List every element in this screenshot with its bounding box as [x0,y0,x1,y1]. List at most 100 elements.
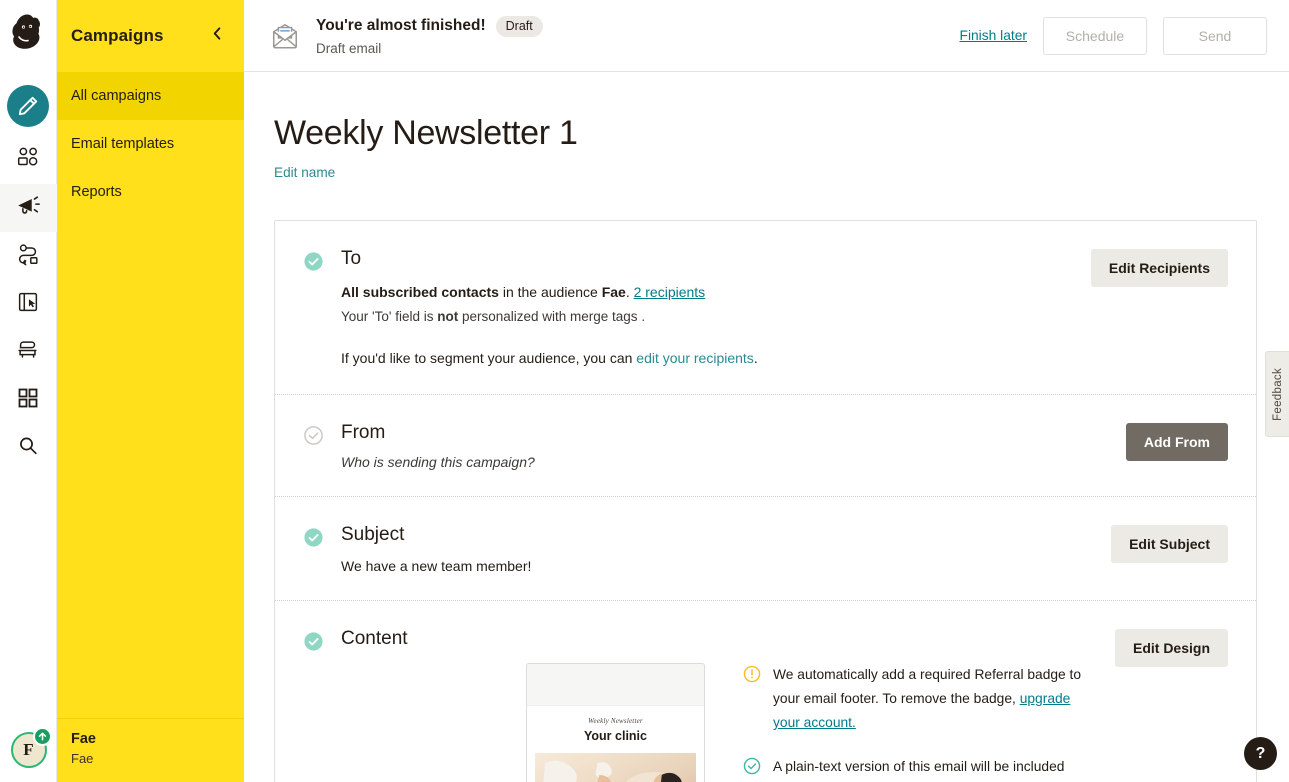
audience-name: Fae [601,284,626,300]
nav-item-email-templates[interactable]: Email templates [57,120,244,168]
status-badge: Draft [495,15,543,37]
account-avatar-button[interactable]: F [0,727,57,768]
rail-item-website[interactable] [0,280,57,328]
section-title: Content [341,628,408,649]
edit-design-button[interactable]: Edit Design [1114,629,1228,667]
rail-item-content[interactable] [0,328,57,376]
from-prompt: Who is sending this campaign? [341,454,535,470]
email-draft-icon [270,21,300,51]
recipients-mid: in the audience [498,284,602,300]
rail-item-audience[interactable] [0,136,57,184]
section-content-action: Edit Design [1114,627,1228,782]
section-content-body: Content Weekly Newsletter Your clinic We… [341,627,1095,782]
add-from-button[interactable]: Add From [1125,423,1228,461]
merge-note-bold: not [437,309,459,324]
notice-text-pre: A plain-text version of this email will … [773,759,1065,774]
recipients-period: . [625,284,634,300]
email-preview-thumbnail[interactable]: Weekly Newsletter Your clinic [526,663,705,782]
notice-text: We automatically add a required Referral… [773,663,1095,735]
nav-item-label: All campaigns [71,88,162,104]
content-scroll-area: Weekly Newsletter 1 Edit name To All sub… [244,72,1289,782]
nav-item-all-campaigns[interactable]: All campaigns [57,72,244,120]
automations-journey-icon [15,241,41,272]
section-subject: Subject We have a new team member! Edit … [275,496,1256,600]
nav-header: Campaigns [57,0,244,72]
app-root: F Campaigns All campaigns Email template… [0,0,1289,782]
search-icon [16,434,40,463]
avatar: F [10,727,52,768]
pencil-icon [7,85,49,127]
check-circle-outline-icon [303,425,325,470]
nav-account-footer[interactable]: Fae Fae [57,718,244,782]
section-from: From Who is sending this campaign? Add F… [275,394,1256,496]
feedback-tab[interactable]: Feedback [1265,351,1289,437]
recipients-scope: All subscribed contacts [341,284,499,300]
section-subject-action: Edit Subject [1111,523,1228,574]
merge-tag-note: Your 'To' field is not personalized with… [341,307,1071,326]
account-sub: Fae [71,751,94,766]
section-to-body: To All subscribed contacts in the audien… [341,247,1071,368]
nav-title: Campaigns [71,26,164,45]
check-circle-filled-icon [303,251,325,368]
page-title: Weekly Newsletter 1 [274,114,578,152]
feedback-label: Feedback [1271,367,1284,421]
nav-item-reports[interactable]: Reports [57,168,244,216]
nav-item-label: Email templates [71,136,175,152]
spa-massage-photo [535,753,696,782]
thumbnail-eyebrow: Weekly Newsletter [588,717,643,725]
upgrade-arrow-up-icon[interactable] [32,727,52,746]
top-bar-left: You're almost finished! Draft Draft emai… [270,15,960,56]
warning-circle-icon [743,665,761,735]
help-button[interactable]: ? [1244,737,1277,770]
send-button[interactable]: Send [1163,16,1267,55]
campaign-checklist-card: To All subscribed contacts in the audien… [274,220,1257,782]
question-mark-icon: ? [1255,744,1266,762]
edit-name-link[interactable]: Edit name [274,165,335,180]
rail-item-integrations[interactable] [0,376,57,424]
rail-item-campaigns[interactable] [0,184,57,232]
avatar-initial: F [23,740,34,759]
mailchimp-freddie-logo-icon[interactable] [4,8,52,60]
main-area: You're almost finished! Draft Draft emai… [244,0,1289,782]
check-circle-outline-teal-icon [743,757,761,782]
section-title: To [341,248,362,269]
segment-hint: If you'd like to segment your audience, … [341,348,1071,368]
check-circle-filled-icon [303,527,325,574]
collapse-nav-button[interactable] [205,22,230,50]
section-title: Subject [341,524,405,545]
integrations-grid-icon [16,386,40,415]
top-bar-texts: You're almost finished! Draft Draft emai… [316,15,543,56]
website-landing-page-icon [15,289,41,320]
section-from-body: From Who is sending this campaign? [341,421,1106,470]
campaign-status-title: You're almost finished! [316,17,486,34]
rail-item-search[interactable] [0,424,57,472]
content-notices: We automatically add a required Referral… [743,663,1095,782]
recipients-summary: All subscribed contacts in the audience … [341,282,1071,302]
top-bar-actions: Finish later Schedule Send [960,16,1267,55]
megaphone-campaigns-icon [15,193,41,224]
thumbnail-header-bar [527,664,704,706]
segment-hint-pre: If you'd like to segment your audience, … [341,350,637,366]
merge-note-pre: Your 'To' field is [341,309,438,324]
schedule-button[interactable]: Schedule [1043,16,1147,55]
section-title: From [341,422,386,443]
rail-item-automations[interactable] [0,232,57,280]
segment-hint-post: . [753,350,758,366]
create-button[interactable] [0,82,57,130]
content-preview-row: Weekly Newsletter Your clinic We automat… [341,663,1095,782]
merge-note-post: personalized with merge tags . [458,309,646,324]
account-name: Fae [71,731,96,747]
section-to: To All subscribed contacts in the audien… [275,221,1256,394]
subject-value: We have a new team member! [341,558,532,574]
content-studio-icon [15,337,41,368]
finish-later-link[interactable]: Finish later [960,28,1027,43]
edit-recipients-link[interactable]: edit your recipients [636,350,754,366]
chevron-left-icon [211,26,224,46]
edit-subject-button[interactable]: Edit Subject [1111,525,1228,563]
notice-referral-badge: We automatically add a required Referral… [743,663,1095,735]
notice-text: A plain-text version of this email will … [773,755,1095,782]
check-circle-filled-icon [303,631,325,782]
audience-people-icon [15,145,41,176]
recipients-count-link[interactable]: 2 recipients [634,284,706,300]
edit-recipients-button[interactable]: Edit Recipients [1090,249,1228,287]
